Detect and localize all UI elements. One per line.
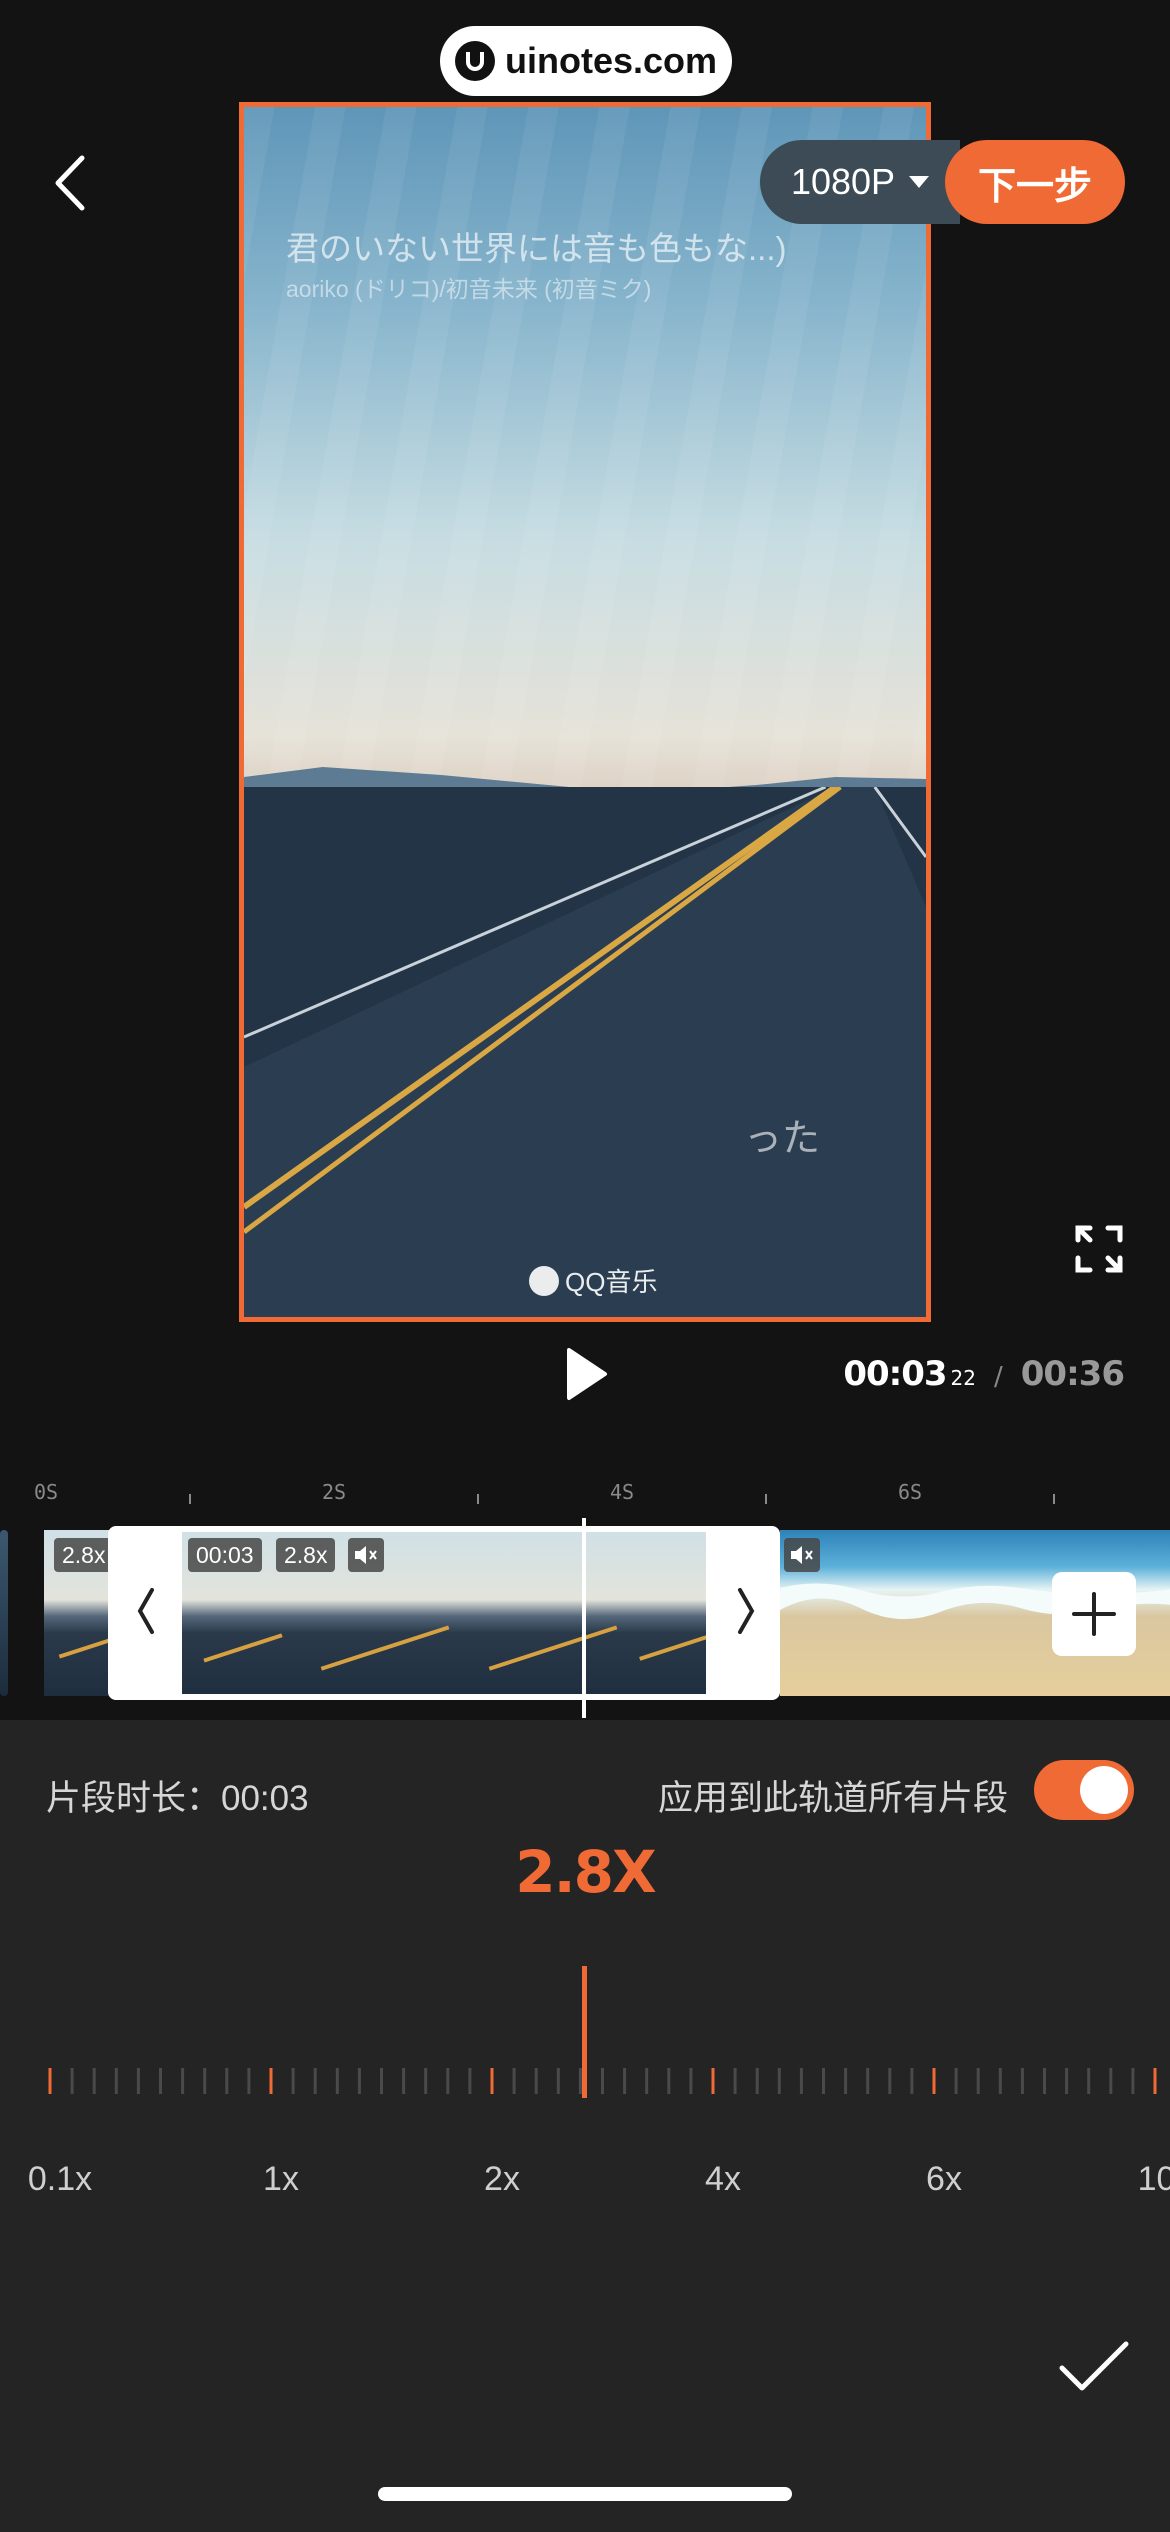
ruler-label: 4S — [610, 1480, 635, 1504]
lyric-bottom: った — [744, 1118, 821, 1160]
back-icon — [55, 155, 85, 211]
chevron-left-icon[interactable] — [134, 1586, 158, 1636]
lyric-title: 君のいない世界には音も色もな...) — [286, 230, 787, 267]
confirm-button[interactable] — [1058, 2340, 1130, 2394]
watermark-text: uinotes.com — [504, 40, 718, 81]
speed-panel: 片段时长：00:03 应用到此轨道所有片段 2.8X 0.1x 1x 2x 4x… — [0, 1720, 1170, 2532]
checkmark-icon — [1059, 2341, 1129, 2391]
clip-speed-badge: 2.8x — [276, 1538, 336, 1572]
speed-scale-label: 10x — [1137, 2160, 1170, 2198]
fullscreen-icon — [1075, 1225, 1123, 1273]
qq-music-text: QQ音乐 — [565, 1267, 658, 1297]
mute-icon — [348, 1538, 384, 1572]
lyric-artist: aoriko (ドリコ)/初音未来 (初音ミク) — [286, 276, 652, 302]
qq-music-logo: QQ音乐 — [529, 1262, 657, 1299]
prev-clip-speed-badge: 2.8x — [54, 1538, 114, 1572]
ruler-tick — [189, 1494, 191, 1504]
chevron-right-icon[interactable] — [734, 1586, 758, 1636]
timeline-ruler: 0S 2S 4S 6S — [0, 1480, 1170, 1520]
video-preview[interactable]: 君のいない世界には音も色もな...) aoriko (ドリコ)/初音未来 (初音… — [239, 102, 931, 1322]
speed-value: 2.8X — [515, 1838, 656, 1906]
back-button[interactable] — [46, 150, 96, 216]
speed-scale-label: 1x — [263, 2160, 299, 2198]
apply-all-toggle[interactable] — [1034, 1760, 1134, 1820]
previous-clip-edge[interactable] — [0, 1530, 8, 1696]
qq-music-icon — [529, 1265, 559, 1296]
ruler-tick — [1053, 1494, 1055, 1504]
current-frame: 22 — [950, 1366, 976, 1390]
caret-down-icon — [909, 176, 930, 188]
mute-icon — [784, 1538, 820, 1572]
ruler-label: 6S — [898, 1480, 923, 1504]
clip-duration-label: 片段时长：00:03 — [46, 1779, 309, 1818]
watermark: uinotes.com — [440, 26, 732, 96]
uinotes-logo-icon — [454, 41, 495, 81]
fullscreen-button[interactable] — [1074, 1224, 1124, 1274]
playhead[interactable] — [582, 1518, 586, 1718]
speed-scale-label: 2x — [484, 2160, 520, 2198]
speed-scale-label: 6x — [926, 2160, 962, 2198]
play-button[interactable] — [563, 1346, 609, 1402]
ruler-label: 2S — [322, 1480, 347, 1504]
playback-time: 00:03 22 / 00:36 — [843, 1354, 1125, 1394]
clip-duration-badge: 00:03 — [188, 1538, 262, 1572]
toggle-knob — [1080, 1766, 1128, 1814]
apply-all-label: 应用到此轨道所有片段 — [657, 1779, 1008, 1818]
speed-scale[interactable] — [0, 2064, 1170, 2098]
time-separator: / — [994, 1362, 1003, 1392]
resolution-dropdown[interactable]: 1080P — [760, 140, 960, 224]
play-icon — [567, 1348, 607, 1400]
total-time: 00:36 — [1020, 1354, 1125, 1394]
plus-icon — [1072, 1592, 1116, 1636]
ruler-tick — [765, 1494, 767, 1504]
resolution-label: 1080P — [790, 161, 896, 202]
ruler-label: 0S — [34, 1480, 59, 1504]
next-step-button[interactable]: 下一步 — [945, 140, 1125, 224]
home-indicator — [378, 2487, 792, 2501]
road — [244, 787, 926, 1317]
add-clip-button[interactable] — [1052, 1572, 1136, 1656]
speed-scale-label: 4x — [705, 2160, 741, 2198]
ruler-tick — [477, 1494, 479, 1504]
current-time: 00:03 — [843, 1354, 947, 1394]
speed-scale-label: 0.1x — [27, 2160, 93, 2198]
